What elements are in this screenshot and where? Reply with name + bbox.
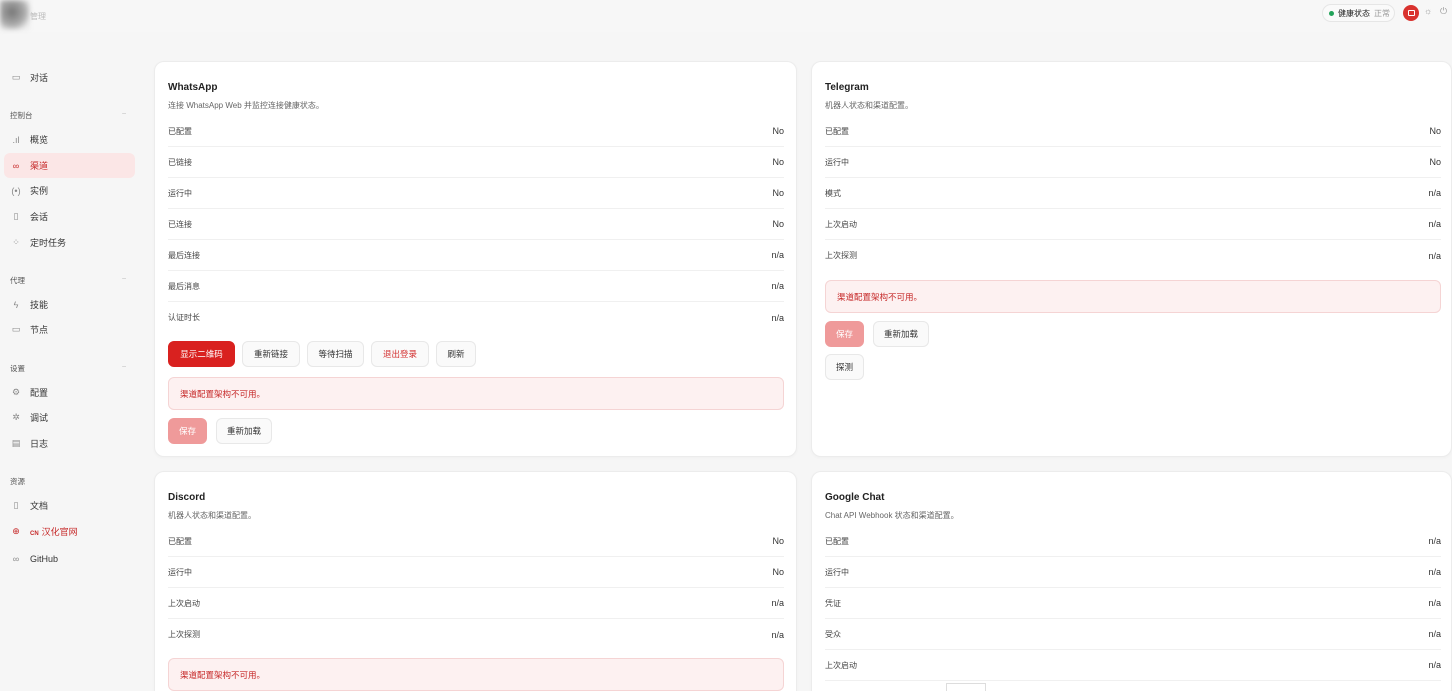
health-status-text: 正常 <box>1374 8 1390 18</box>
relink-button[interactable]: 重新链接 <box>242 341 300 367</box>
sidebar-group-control[interactable]: 控制台 – <box>10 110 130 121</box>
status-row: 运行中 No <box>168 557 784 588</box>
logout-button[interactable]: 退出登录 <box>371 341 429 367</box>
sidebar-item-instances[interactable]: (•) 实例 <box>4 178 135 203</box>
loader-icon: ⁘ <box>12 237 20 247</box>
app-name: 管理 <box>30 12 46 21</box>
card-title: Telegram <box>825 82 869 93</box>
monitor-icon: ▭ <box>11 324 21 334</box>
status-row: 已配置 No <box>168 526 784 557</box>
sidebar-item-channels[interactable]: ∞ 渠道 <box>4 153 135 178</box>
reload-button[interactable]: 重新加载 <box>216 418 272 444</box>
sidebar-item-skills[interactable]: ϟ 技能 <box>4 292 135 317</box>
status-row: 最后连接 n/a <box>168 240 784 271</box>
chat-icon[interactable] <box>1403 5 1419 21</box>
status-row: 已连接 No <box>168 209 784 240</box>
health-label: 健康状态 <box>1338 8 1370 18</box>
sidebar-item-cn-site[interactable]: ⊕ CN 汉化官网 <box>4 519 135 544</box>
schema-alert: 渠道配置架构不可用。 <box>825 280 1441 313</box>
refresh-button[interactable]: 刷新 <box>436 341 476 367</box>
collapse-icon[interactable]: – <box>122 110 126 117</box>
bar-chart-icon: .ıl <box>12 134 20 145</box>
card-subtitle: 连接 WhatsApp Web 并监控连接健康状态。 <box>168 101 324 110</box>
reload-button[interactable]: 重新加载 <box>873 321 929 347</box>
health-dot-icon <box>1329 10 1334 16</box>
status-row: 上次启动 n/a <box>825 650 1441 681</box>
status-row: 已配置 No <box>168 116 784 147</box>
link-icon: ∞ <box>12 160 20 171</box>
status-row: 上次探测 n/a <box>825 250 1441 261</box>
message-icon: ▭ <box>11 72 21 82</box>
status-row: 运行中 n/a <box>825 557 1441 588</box>
sidebar-item-docs[interactable]: ▯ 文档 <box>4 493 135 518</box>
probe-button[interactable]: 探测 <box>825 354 864 380</box>
settings-icon: ⚙ <box>11 387 21 397</box>
status-row: 已配置 No <box>825 116 1441 147</box>
collapse-icon[interactable]: – <box>122 363 126 370</box>
link-icon: ∞ <box>12 553 20 564</box>
app-logo[interactable] <box>0 0 30 30</box>
schema-alert: 渠道配置架构不可用。 <box>168 377 784 410</box>
sidebar-item-debug[interactable]: ✲ 调试 <box>4 405 135 430</box>
sidebar-item-cron[interactable]: ⁘ 定时任务 <box>4 230 135 255</box>
card-subtitle: 机器人状态和渠道配置。 <box>168 511 256 520</box>
scroll-icon: ▤ <box>11 438 21 448</box>
telegram-card: Telegram 机器人状态和渠道配置。 已配置 No 运行中 No 模式 n/a 上… <box>811 61 1452 457</box>
card-subtitle: 机器人状态和渠道配置。 <box>825 101 913 110</box>
collapse-icon[interactable]: – <box>122 275 126 282</box>
card-title: Google Chat <box>825 492 885 503</box>
sun-icon[interactable]: ☼ <box>1424 6 1432 16</box>
whatsapp-card: WhatsApp 连接 WhatsApp Web 并监控连接健康状态。 已配置 N… <box>154 61 797 457</box>
top-bar: 管理 健康状态 正常 ☼ ⏻ <box>0 0 1452 32</box>
status-row: 已链接 No <box>168 147 784 178</box>
sidebar-group-settings[interactable]: 设置 – <box>10 363 130 374</box>
status-row: 模式 n/a <box>825 178 1441 209</box>
card-title: Discord <box>168 492 206 503</box>
status-row: 运行中 No <box>168 178 784 209</box>
status-row: 最后消息 n/a <box>168 271 784 302</box>
status-row: 运行中 No <box>825 147 1441 178</box>
sidebar-group-resources: 资源 <box>10 477 25 486</box>
sidebar-item-chat[interactable]: ▭ 对话 <box>4 65 135 90</box>
file-icon: ▯ <box>13 211 19 221</box>
power-icon[interactable]: ⏻ <box>1440 6 1447 17</box>
status-row: 上次启动 n/a <box>168 588 784 619</box>
save-button[interactable]: 保存 <box>168 418 207 444</box>
sidebar-item-sessions[interactable]: ▯ 会话 <box>4 204 135 229</box>
googlechat-card: Google Chat Chat API Webhook 状态和渠道配置。 已配… <box>811 471 1452 691</box>
zap-icon: ϟ <box>13 299 19 310</box>
bug-icon: ✲ <box>12 412 20 422</box>
card-subtitle: Chat API Webhook 状态和渠道配置。 <box>825 511 959 520</box>
status-row: 认证时长 n/a <box>168 312 784 323</box>
sidebar-item-overview[interactable]: .ıl 概览 <box>4 127 135 152</box>
sidebar-item-nodes[interactable]: ▭ 节点 <box>4 317 135 342</box>
book-icon: ▯ <box>13 500 19 510</box>
broadcast-icon: (•) <box>11 185 21 196</box>
status-row: 凭证 n/a <box>825 588 1441 619</box>
sidebar-item-github[interactable]: ∞ GitHub <box>4 546 135 571</box>
status-row: 已配置 n/a <box>825 526 1441 557</box>
status-row: 上次探测 n/a <box>168 629 784 640</box>
wait-scan-button[interactable]: 等待扫描 <box>307 341 364 367</box>
show-qr-button[interactable]: 显示二维码 <box>168 341 235 367</box>
save-button[interactable]: 保存 <box>825 321 864 347</box>
sidebar-item-config[interactable]: ⚙ 配置 <box>4 380 135 405</box>
sidebar-group-agent[interactable]: 代理 – <box>10 275 130 286</box>
globe-icon: ⊕ <box>12 526 20 536</box>
status-row: 受众 n/a <box>825 619 1441 650</box>
health-status-badge: 健康状态 正常 <box>1322 4 1395 22</box>
status-row: 上次启动 n/a <box>825 209 1441 240</box>
discord-card: Discord 机器人状态和渠道配置。 已配置 No 运行中 No 上次启动 n/a … <box>154 471 797 691</box>
cn-badge: CN <box>30 531 39 537</box>
sidebar-item-logs[interactable]: ▤ 日志 <box>4 431 135 456</box>
card-title: WhatsApp <box>168 82 218 93</box>
schema-alert: 渠道配置架构不可用。 <box>168 658 784 691</box>
scroll-indicator[interactable] <box>946 683 986 691</box>
sidebar: ▭ 对话 控制台 – .ıl 概览 ∞ 渠道 (•) 实例 ▯ 会话 ⁘ 定时任务… <box>0 32 140 691</box>
